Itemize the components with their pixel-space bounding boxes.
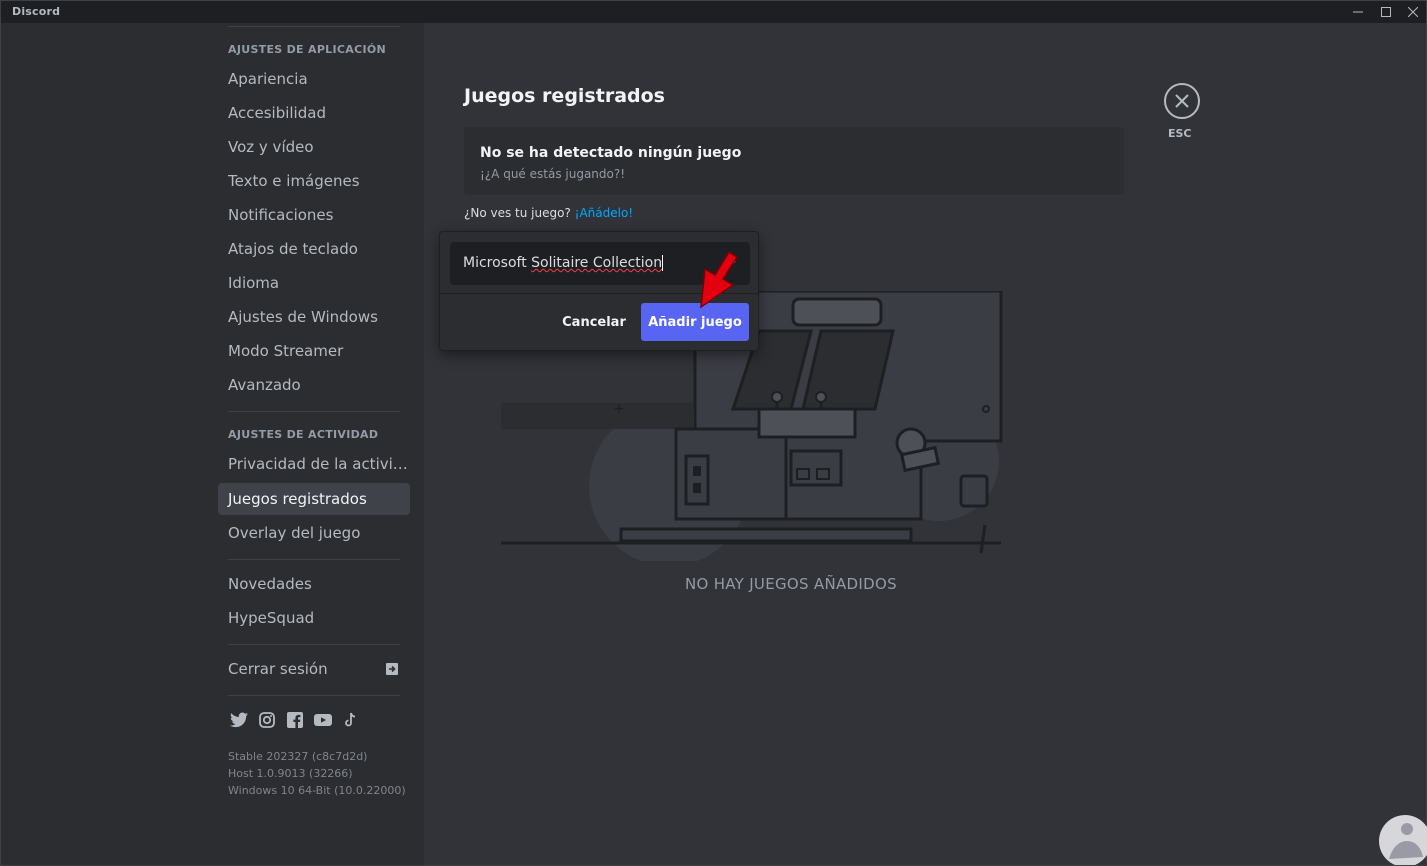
game-input-value-spellchecked: Solitaire Collection	[531, 255, 663, 271]
watermark-logo-icon	[1379, 815, 1427, 865]
close-settings-button[interactable]	[1164, 83, 1200, 119]
sidebar-divider	[228, 26, 400, 27]
sidebar-item-notifications[interactable]: Notificaciones	[218, 199, 410, 231]
minimize-button[interactable]	[1344, 1, 1372, 23]
sidebar-item-windows-settings[interactable]: Ajustes de Windows	[218, 301, 410, 333]
sidebar-item-activity-privacy[interactable]: Privacidad de la actividad	[218, 448, 410, 480]
sidebar-item-hypesquad[interactable]: HypeSquad	[218, 602, 410, 634]
close-icon	[1408, 7, 1418, 17]
sidebar-item-game-overlay[interactable]: Overlay del juego	[218, 517, 410, 549]
esc-label: ESC	[1168, 127, 1192, 140]
title-bar: Discord	[1, 1, 1426, 23]
sidebar-item-voice-video[interactable]: Voz y vídeo	[218, 131, 410, 163]
logout-label: Cerrar sesión	[228, 660, 328, 678]
sidebar-item-whats-new[interactable]: Novedades	[218, 568, 410, 600]
add-game-link[interactable]: ¡Añádelo!	[575, 206, 633, 220]
close-icon	[1175, 94, 1189, 108]
text-caret	[662, 255, 664, 271]
sidebar-item-registered-games[interactable]: Juegos registrados	[218, 483, 410, 515]
facebook-icon[interactable]	[286, 711, 304, 729]
sidebar-item-streamer-mode[interactable]: Modo Streamer	[218, 335, 410, 367]
sidebar-item-logout[interactable]: Cerrar sesión	[218, 653, 410, 685]
sidebar-item-accessibility[interactable]: Accesibilidad	[218, 97, 410, 129]
sidebar-item-language[interactable]: Idioma	[218, 267, 410, 299]
logout-icon	[386, 663, 398, 675]
youtube-icon[interactable]	[314, 711, 332, 729]
no-game-title: No se ha detectado ningún juego	[480, 145, 742, 161]
sidebar-item-keybinds[interactable]: Atajos de teclado	[218, 233, 410, 265]
sidebar-item-advanced[interactable]: Avanzado	[218, 369, 410, 401]
sidebar-divider	[228, 411, 400, 412]
activity-settings-header: AJUSTES DE ACTIVIDAD	[228, 428, 379, 441]
svg-text:+: +	[613, 401, 625, 417]
no-game-detected-card: No se ha detectado ningún juego ¡¿A qué …	[464, 127, 1124, 195]
minimize-icon	[1353, 11, 1363, 13]
maximize-button[interactable]	[1372, 1, 1400, 23]
sidebar-item-appearance[interactable]: Apariencia	[218, 63, 410, 95]
twitter-icon[interactable]	[230, 711, 248, 729]
settings-sidebar: AJUSTES DE APLICACIÓN Apariencia Accesib…	[1, 23, 424, 865]
sidebar-divider	[228, 559, 400, 560]
close-window-button[interactable]	[1399, 1, 1427, 23]
sidebar-item-text-images[interactable]: Texto e imágenes	[218, 165, 410, 197]
no-game-subtitle: ¡¿A qué estás jugando?!	[480, 167, 626, 181]
add-game-prompt: ¿No ves tu juego? ¡Añádelo!	[464, 206, 633, 220]
page-title: Juegos registrados	[464, 85, 665, 107]
sidebar-divider	[228, 644, 400, 645]
version-host: Host 1.0.9013 (32266)	[228, 767, 353, 780]
sidebar-divider	[228, 695, 400, 696]
cancel-button[interactable]: Cancelar	[558, 303, 630, 341]
app-settings-header: AJUSTES DE APLICACIÓN	[228, 43, 386, 56]
app-title: Discord	[12, 5, 61, 18]
annotation-arrow-icon	[700, 250, 739, 309]
version-stable: Stable 202327 (c8c7d2d)	[228, 750, 368, 763]
tiktok-icon[interactable]	[342, 711, 360, 729]
settings-content: Juegos registrados No se ha detectado ni…	[424, 23, 1426, 865]
social-links	[230, 711, 360, 729]
discord-window: Discord AJUSTES DE APLICACIÓN Apariencia…	[0, 0, 1427, 866]
game-input-value-first: Microsoft	[463, 255, 532, 271]
add-game-question: ¿No ves tu juego?	[464, 206, 575, 220]
maximize-icon	[1381, 7, 1391, 17]
no-games-added-label: NO HAY JUEGOS AÑADIDOS	[685, 575, 897, 593]
instagram-icon[interactable]	[258, 711, 276, 729]
version-os: Windows 10 64-Bit (10.0.22000)	[228, 784, 406, 797]
